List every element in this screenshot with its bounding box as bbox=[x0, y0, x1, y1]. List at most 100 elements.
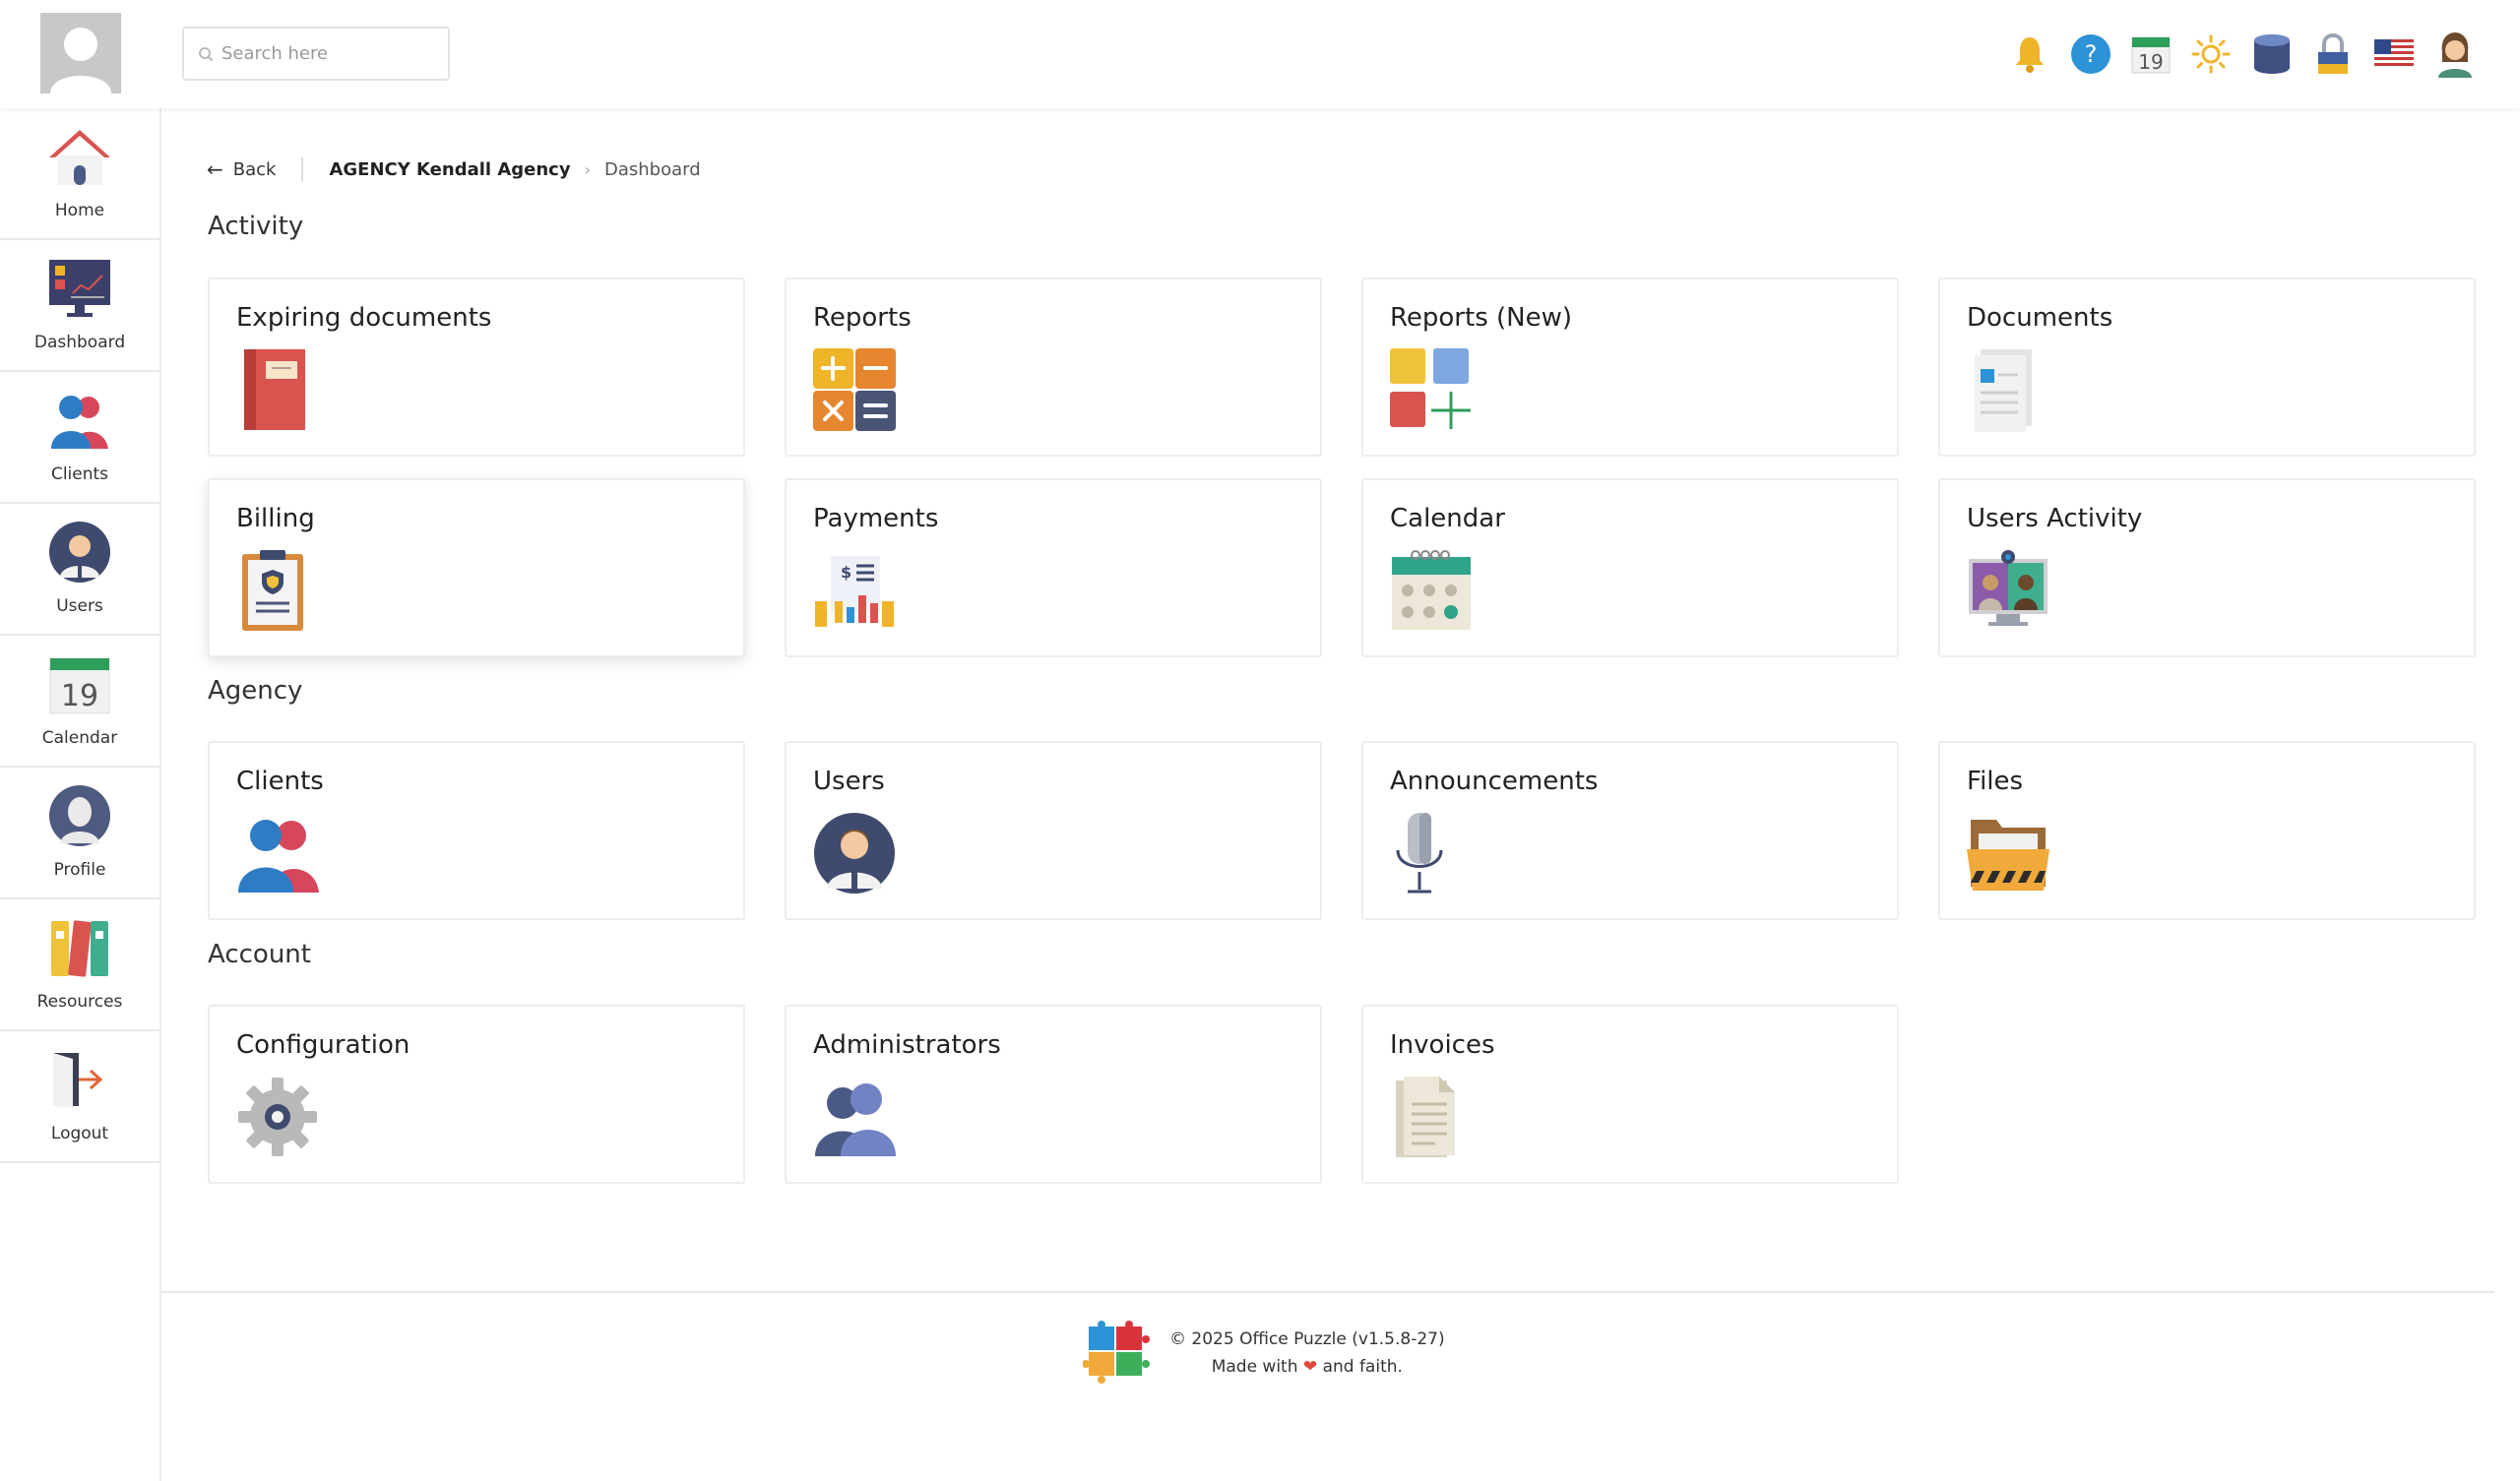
arrow-left-icon: ← bbox=[207, 157, 223, 181]
made-with-line: Made with ❤ and faith. bbox=[1169, 1353, 1445, 1381]
svg-text:19: 19 bbox=[61, 679, 98, 713]
clipboard-shield-icon bbox=[236, 546, 319, 635]
divider bbox=[301, 157, 304, 181]
card-title: Users bbox=[813, 767, 885, 796]
breadcrumb-agency[interactable]: AGENCY Kendall Agency bbox=[329, 159, 570, 180]
card-title: Reports (New) bbox=[1390, 303, 1572, 333]
bell-icon[interactable] bbox=[2008, 27, 2051, 82]
breadcrumb-current: Dashboard bbox=[603, 158, 701, 180]
section-title-activity: Activity bbox=[208, 212, 304, 241]
document-icon bbox=[1967, 345, 2049, 434]
footer-text: © 2025 Office Puzzle (v1.5.8-27) Made wi… bbox=[1169, 1326, 1445, 1381]
users-icon bbox=[813, 809, 896, 897]
main-content: ← Back AGENCY Kendall Agency › Dashboard… bbox=[161, 108, 2520, 1481]
card-administrators[interactable]: Administrators bbox=[785, 1005, 1322, 1184]
calendar-grid-icon bbox=[1390, 546, 1473, 635]
copyright-text: © 2025 Office Puzzle (v1.5.8-27) bbox=[1169, 1329, 1445, 1349]
card-title: Clients bbox=[236, 767, 324, 796]
sidebar-item-clients[interactable]: Clients bbox=[0, 372, 159, 504]
company-logo-placeholder[interactable] bbox=[40, 13, 121, 93]
back-button[interactable]: ← Back bbox=[207, 157, 276, 181]
sidebar-item-label: Profile bbox=[53, 860, 106, 880]
puzzle-logo-icon bbox=[1082, 1319, 1150, 1388]
sidebar-item-users[interactable]: Users bbox=[0, 504, 159, 636]
card-users-activity[interactable]: Users Activity bbox=[1938, 478, 2476, 657]
and-faith-label: and faith. bbox=[1322, 1357, 1403, 1377]
card-announcements[interactable]: Announcements bbox=[1361, 741, 1899, 920]
users-icon bbox=[45, 518, 114, 586]
lock-icon[interactable] bbox=[2311, 27, 2355, 82]
clients-icon bbox=[236, 809, 319, 897]
sidebar-item-label: Clients bbox=[50, 464, 109, 484]
svg-text:19: 19 bbox=[2138, 50, 2163, 74]
calculator-icon bbox=[813, 345, 896, 434]
home-icon bbox=[45, 122, 114, 191]
sidebar-item-label: Home bbox=[54, 201, 105, 220]
dashboard-icon bbox=[45, 254, 114, 323]
heart-icon: ❤ bbox=[1302, 1357, 1318, 1377]
sidebar-item-logout[interactable]: Logout bbox=[0, 1031, 159, 1163]
search-input[interactable] bbox=[221, 43, 438, 64]
card-configuration[interactable]: Configuration bbox=[208, 1005, 745, 1184]
section-title-agency: Agency bbox=[208, 676, 303, 706]
microphone-icon bbox=[1390, 809, 1473, 897]
video-conference-icon bbox=[1967, 546, 2049, 635]
made-with-label: Made with bbox=[1211, 1357, 1298, 1377]
database-icon[interactable] bbox=[2250, 27, 2294, 82]
search-icon bbox=[199, 46, 214, 61]
invoice-icon bbox=[1390, 1073, 1473, 1161]
logout-icon bbox=[45, 1045, 114, 1114]
sidebar-item-profile[interactable]: Profile bbox=[0, 768, 159, 899]
theme-sun-icon[interactable] bbox=[2189, 27, 2233, 82]
sidebar-item-calendar[interactable]: 19 Calendar bbox=[0, 636, 159, 768]
card-billing[interactable]: Billing bbox=[208, 478, 745, 657]
breadcrumb: ← Back AGENCY Kendall Agency › Dashboard bbox=[207, 154, 701, 184]
card-title: Expiring documents bbox=[236, 303, 492, 333]
clients-icon bbox=[45, 386, 114, 455]
card-title: Announcements bbox=[1390, 767, 1599, 796]
card-users[interactable]: Users bbox=[785, 741, 1322, 920]
blocks-plus-icon bbox=[1390, 345, 1473, 434]
svg-text:$: $ bbox=[841, 563, 851, 582]
sidebar: Home Dashboard Clients Users 19 Calendar… bbox=[0, 108, 161, 1481]
card-title: Invoices bbox=[1390, 1030, 1495, 1060]
calendar-icon[interactable]: 19 bbox=[2129, 27, 2173, 82]
sidebar-item-label: Users bbox=[56, 596, 103, 616]
card-payments[interactable]: Payments $ bbox=[785, 478, 1322, 657]
resources-icon bbox=[45, 913, 114, 982]
card-reports-new[interactable]: Reports (New) bbox=[1361, 278, 1899, 457]
profile-icon bbox=[45, 781, 114, 850]
administrators-icon bbox=[813, 1073, 896, 1161]
back-label: Back bbox=[232, 158, 277, 180]
card-invoices[interactable]: Invoices bbox=[1361, 1005, 1899, 1184]
card-reports[interactable]: Reports bbox=[785, 278, 1322, 457]
sidebar-item-label: Resources bbox=[36, 992, 123, 1012]
card-title: Documents bbox=[1967, 303, 2113, 333]
card-files[interactable]: Files bbox=[1938, 741, 2476, 920]
card-expiring-documents[interactable]: Expiring documents bbox=[208, 278, 745, 457]
search-box[interactable] bbox=[182, 27, 450, 81]
card-title: Users Activity bbox=[1967, 504, 2143, 533]
sidebar-item-dashboard[interactable]: Dashboard bbox=[0, 240, 159, 372]
card-documents[interactable]: Documents bbox=[1938, 278, 2476, 457]
card-title: Configuration bbox=[236, 1030, 410, 1060]
card-title: Calendar bbox=[1390, 504, 1505, 533]
sidebar-item-label: Dashboard bbox=[33, 333, 126, 352]
section-title-account: Account bbox=[208, 940, 311, 969]
svg-text:?: ? bbox=[2085, 40, 2098, 68]
sidebar-item-home[interactable]: Home bbox=[0, 108, 159, 240]
footer-divider bbox=[161, 1291, 2494, 1293]
help-icon[interactable]: ? bbox=[2069, 27, 2112, 82]
gear-icon bbox=[236, 1073, 319, 1161]
card-calendar[interactable]: Calendar bbox=[1361, 478, 1899, 657]
card-title: Administrators bbox=[813, 1030, 1001, 1060]
us-flag-icon[interactable] bbox=[2372, 27, 2416, 82]
sidebar-item-resources[interactable]: Resources bbox=[0, 899, 159, 1031]
sidebar-item-label: Calendar bbox=[41, 728, 118, 748]
card-title: Billing bbox=[236, 504, 315, 533]
footer: © 2025 Office Puzzle (v1.5.8-27) Made wi… bbox=[1082, 1319, 1445, 1388]
top-bar: ? 19 bbox=[0, 0, 2520, 108]
card-clients[interactable]: Clients bbox=[208, 741, 745, 920]
card-title: Reports bbox=[813, 303, 912, 333]
user-avatar-icon[interactable] bbox=[2433, 27, 2477, 82]
